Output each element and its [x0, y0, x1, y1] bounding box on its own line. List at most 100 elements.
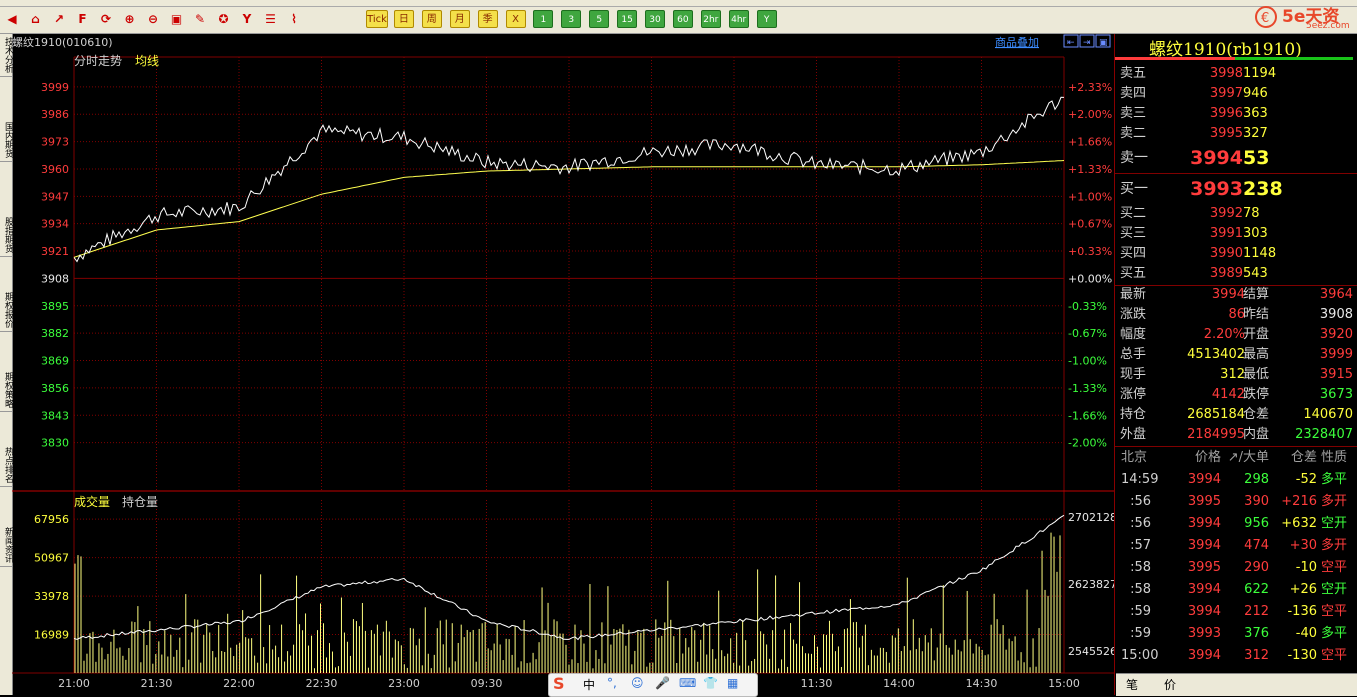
trend-icon[interactable]: ⌇ [284, 10, 304, 28]
ime-toolbar[interactable]: S 中 °, ☺ 🎤 ⌨ 👕 ▦ [548, 673, 758, 697]
period-button-14[interactable]: Y [756, 10, 777, 28]
volume-tick-label: 50967 [34, 552, 69, 565]
tick-row: :59 3993 376 -40 多平 [1115, 623, 1357, 645]
stat-row: 现手 312 最低 3915 [1115, 365, 1357, 385]
overlay-link[interactable]: 商品叠加 [995, 35, 1039, 49]
period-button-0[interactable]: Tick [366, 10, 388, 28]
ime-skin-icon[interactable]: 👕 [703, 676, 718, 690]
stat-label: 持仓 [1120, 407, 1147, 422]
period-button-4[interactable]: 季 [477, 10, 498, 28]
quote-row: 卖一 3994 53 [1115, 145, 1357, 171]
tick-time: 15:00 [1121, 648, 1159, 663]
ime-emoji-icon[interactable]: ☺ [631, 676, 644, 690]
period-button-5[interactable]: X [505, 10, 526, 28]
back-icon[interactable]: ◀ [2, 10, 22, 28]
price-tick-label: 3869 [41, 355, 69, 368]
quote-level-price: 3990 [1209, 246, 1243, 261]
tick-row: 14:59 3994 298 -52 多平 [1115, 469, 1357, 491]
home-icon[interactable]: ⌂ [26, 10, 46, 28]
table-icon[interactable]: ☰ [261, 10, 281, 28]
tick-time: :58 [1130, 560, 1151, 575]
filter-icon[interactable]: Y [237, 10, 257, 28]
period-button-12[interactable]: 2hr [700, 10, 721, 28]
stat-value: 312 [1220, 367, 1245, 382]
stat-value: 4513402 [1187, 347, 1245, 362]
stat-value: 3964 [1319, 287, 1353, 302]
tick-volume: 622 [1244, 582, 1269, 597]
period-button-13[interactable]: 4hr [728, 10, 749, 28]
side-tab-0[interactable]: 技术分析 [0, 34, 13, 77]
tick-time: :59 [1130, 604, 1151, 619]
refresh-icon[interactable]: ⟳ [96, 10, 116, 28]
tick-oi-change: +26 [1289, 582, 1317, 597]
tick-type: 多平 [1321, 472, 1348, 487]
stat-value: 3908 [1319, 307, 1353, 322]
side-tab-5[interactable]: 热点排名 [0, 444, 13, 487]
time-tick-label: 21:00 [58, 677, 90, 690]
side-tab-4[interactable]: 期权策略 [0, 369, 13, 412]
quote-level-volume: 1194 [1243, 66, 1277, 81]
ticks-header-volume: ↗/大单 [1227, 450, 1269, 465]
time-tick-label: 14:30 [966, 677, 998, 690]
zoom-in-icon[interactable]: ⊕ [120, 10, 140, 28]
price-tick-label: 3934 [41, 218, 69, 231]
quote-level-volume: 303 [1243, 226, 1268, 241]
period-button-8[interactable]: 5 [589, 10, 610, 28]
quote-level-label: 卖二 [1120, 126, 1147, 141]
period-button-7[interactable]: 3 [561, 10, 582, 28]
tick-row: :56 3994 956 +632 空开 [1115, 513, 1357, 535]
period-button-1[interactable]: 日 [393, 10, 414, 28]
f10-icon[interactable]: F [73, 10, 93, 28]
pct-tick-label: -0.33% [1068, 300, 1107, 313]
menu-bar [0, 0, 1357, 7]
chart-window-buttons[interactable]: ⇤ ⇥ ▣ [1063, 34, 1111, 48]
ime-mic-icon[interactable]: 🎤 [655, 676, 670, 690]
volume-tick-label: 16989 [34, 629, 69, 642]
window-icon[interactable]: ▣ [167, 10, 187, 28]
tick-price: 3993 [1187, 626, 1221, 641]
price-tick-label: 3882 [41, 327, 69, 340]
ticks-header: 北京 价格 ↗/大单 仓差 性质 [1115, 447, 1357, 469]
sogou-icon[interactable]: S [553, 674, 565, 693]
tick-price: 3994 [1187, 582, 1221, 597]
stat-label: 总手 [1120, 347, 1147, 362]
period-button-10[interactable]: 30 [645, 10, 665, 28]
price-tick-label: 3999 [41, 81, 69, 94]
zoom-out-icon[interactable]: ⊖ [143, 10, 163, 28]
ime-keyboard-icon[interactable]: ⌨ [679, 676, 696, 690]
tick-oi-change: -10 [1295, 560, 1317, 575]
ticks-header-price: 价格 [1194, 450, 1221, 465]
side-tab-3[interactable]: 期权报价 [0, 289, 13, 332]
stat-label: 开盘 [1243, 327, 1270, 342]
side-tab-2[interactable]: 股指期货 [0, 214, 13, 257]
quote-level-label: 卖一 [1120, 150, 1148, 166]
ime-toolbox-icon[interactable]: ▦ [727, 676, 738, 690]
tick-type: 多开 [1321, 494, 1348, 509]
paint-icon[interactable]: ✪ [214, 10, 234, 28]
ime-punctuation[interactable]: °, [607, 676, 617, 690]
period-button-11[interactable]: 60 [672, 10, 693, 28]
stat-label: 跌停 [1243, 387, 1270, 402]
period-button-2[interactable]: 周 [421, 10, 442, 28]
arrow-icon[interactable]: ↗ [49, 10, 69, 28]
period-button-9[interactable]: 15 [617, 10, 638, 28]
side-tab-1[interactable]: 国内期货 [0, 119, 13, 162]
tick-type: 空平 [1321, 560, 1348, 575]
quote-row: 卖二 3995 327 [1115, 124, 1357, 144]
quote-level-volume: 363 [1243, 106, 1268, 121]
oi-tick-label: 2623827 [1068, 578, 1114, 591]
pen-icon[interactable]: ✎ [190, 10, 210, 28]
price-tick-label: 3895 [41, 300, 69, 313]
period-button-6[interactable]: 1 [533, 10, 554, 28]
panel-tab-1[interactable]: 价 [1164, 676, 1176, 693]
stat-label: 最高 [1243, 347, 1270, 362]
tick-price: 3994 [1187, 648, 1221, 663]
stat-label: 昨结 [1243, 307, 1270, 322]
panel-tab-0[interactable]: 笔 [1126, 676, 1138, 693]
side-tab-6[interactable]: 新闻资讯 [0, 524, 13, 567]
tick-type: 空开 [1321, 516, 1348, 531]
stat-label: 内盘 [1243, 427, 1270, 442]
ime-chinese-mode[interactable]: 中 [583, 676, 595, 693]
svg-text:⇥: ⇥ [1083, 38, 1091, 48]
period-button-3[interactable]: 月 [449, 10, 470, 28]
